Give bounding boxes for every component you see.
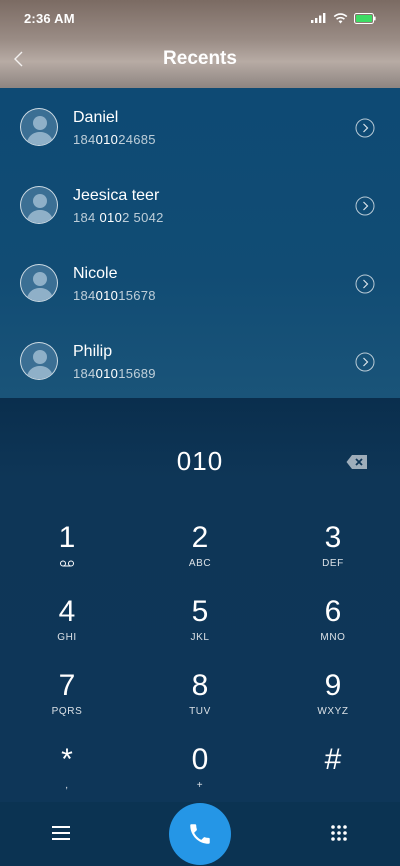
recent-item-jeesica-teer[interactable]: Jeesica teer 184 0102 5042 — [0, 166, 400, 244]
key-letters: + — [196, 780, 204, 791]
key-digit: 2 — [191, 521, 209, 554]
recent-item-nicole[interactable]: Nicole 18401015678 — [0, 244, 400, 322]
contact-name: Daniel — [73, 109, 119, 126]
key-letters: , — [65, 780, 69, 791]
signal-icon — [311, 13, 326, 23]
status-time: 2:36 AM — [24, 10, 75, 26]
person-icon — [26, 116, 54, 145]
contact-number: 18401024685 — [73, 132, 156, 147]
key-digit: 7 — [58, 669, 76, 702]
person-icon — [26, 350, 54, 379]
key-digit: 1 — [58, 521, 76, 554]
key-letters: DEF — [322, 558, 344, 569]
key-digit: 4 — [58, 595, 76, 628]
keypad-icon[interactable] — [330, 824, 348, 842]
call-button[interactable] — [169, 803, 231, 865]
details-chevron-icon[interactable] — [355, 274, 375, 294]
key-2[interactable]: 2 ABC — [145, 522, 255, 582]
person-icon — [26, 194, 54, 223]
key-digit: # — [324, 743, 342, 776]
wifi-icon — [333, 12, 348, 23]
recents-list: Daniel 18401024685 Jeesica teer 184 0102… — [0, 88, 400, 398]
voicemail-icon — [60, 560, 74, 567]
key-8[interactable]: 8 TUV — [145, 670, 255, 730]
recent-item-philip[interactable]: Philip 18401015689 — [0, 322, 400, 400]
details-chevron-icon[interactable] — [355, 352, 375, 372]
person-icon — [26, 272, 54, 301]
key-letters: MNO — [320, 632, 346, 643]
page-title: Recents — [163, 48, 237, 69]
key-star[interactable]: * , — [12, 744, 122, 804]
avatar — [20, 186, 58, 224]
header: 2:36 AM Recents — [0, 0, 400, 88]
key-1[interactable]: 1 — [12, 522, 122, 582]
key-digit: * — [61, 743, 73, 776]
dialed-number[interactable]: 010 — [0, 446, 400, 477]
status-bar: 2:36 AM — [0, 0, 400, 36]
contact-number: 18401015678 — [73, 288, 156, 303]
key-digit: 5 — [191, 595, 209, 628]
key-3[interactable]: 3 DEF — [278, 522, 388, 582]
key-7[interactable]: 7 PQRS — [12, 670, 122, 730]
key-letters: GHI — [57, 632, 77, 643]
key-9[interactable]: 9 WXYZ — [278, 670, 388, 730]
phone-icon — [190, 824, 210, 844]
recent-item-daniel[interactable]: Daniel 18401024685 — [0, 88, 400, 166]
status-icons — [311, 12, 376, 24]
backspace-icon[interactable] — [346, 454, 368, 470]
key-hash[interactable]: # — [278, 744, 388, 804]
key-letters: WXYZ — [317, 706, 349, 717]
key-letters: PQRS — [51, 706, 83, 717]
key-5[interactable]: 5 JKL — [145, 596, 255, 656]
contact-number: 18401015689 — [73, 366, 156, 381]
key-letters: JKL — [190, 632, 210, 643]
contact-number: 184 0102 5042 — [73, 210, 164, 225]
key-digit: 8 — [191, 669, 209, 702]
menu-icon[interactable] — [52, 826, 70, 840]
key-digit: 3 — [324, 521, 342, 554]
avatar — [20, 342, 58, 380]
key-4[interactable]: 4 GHI — [12, 596, 122, 656]
contact-name: Philip — [73, 343, 113, 360]
key-0[interactable]: 0 + — [145, 744, 255, 804]
key-digit: 0 — [191, 743, 209, 776]
key-6[interactable]: 6 MNO — [278, 596, 388, 656]
contact-name: Jeesica teer — [73, 187, 160, 204]
key-letters: TUV — [189, 706, 211, 717]
key-digit: 9 — [324, 669, 342, 702]
avatar — [20, 108, 58, 146]
key-letters: ABC — [188, 558, 212, 569]
details-chevron-icon[interactable] — [355, 196, 375, 216]
avatar — [20, 264, 58, 302]
key-digit: 6 — [324, 595, 342, 628]
contact-name: Nicole — [73, 265, 118, 282]
details-chevron-icon[interactable] — [355, 118, 375, 138]
battery-icon — [354, 12, 376, 24]
